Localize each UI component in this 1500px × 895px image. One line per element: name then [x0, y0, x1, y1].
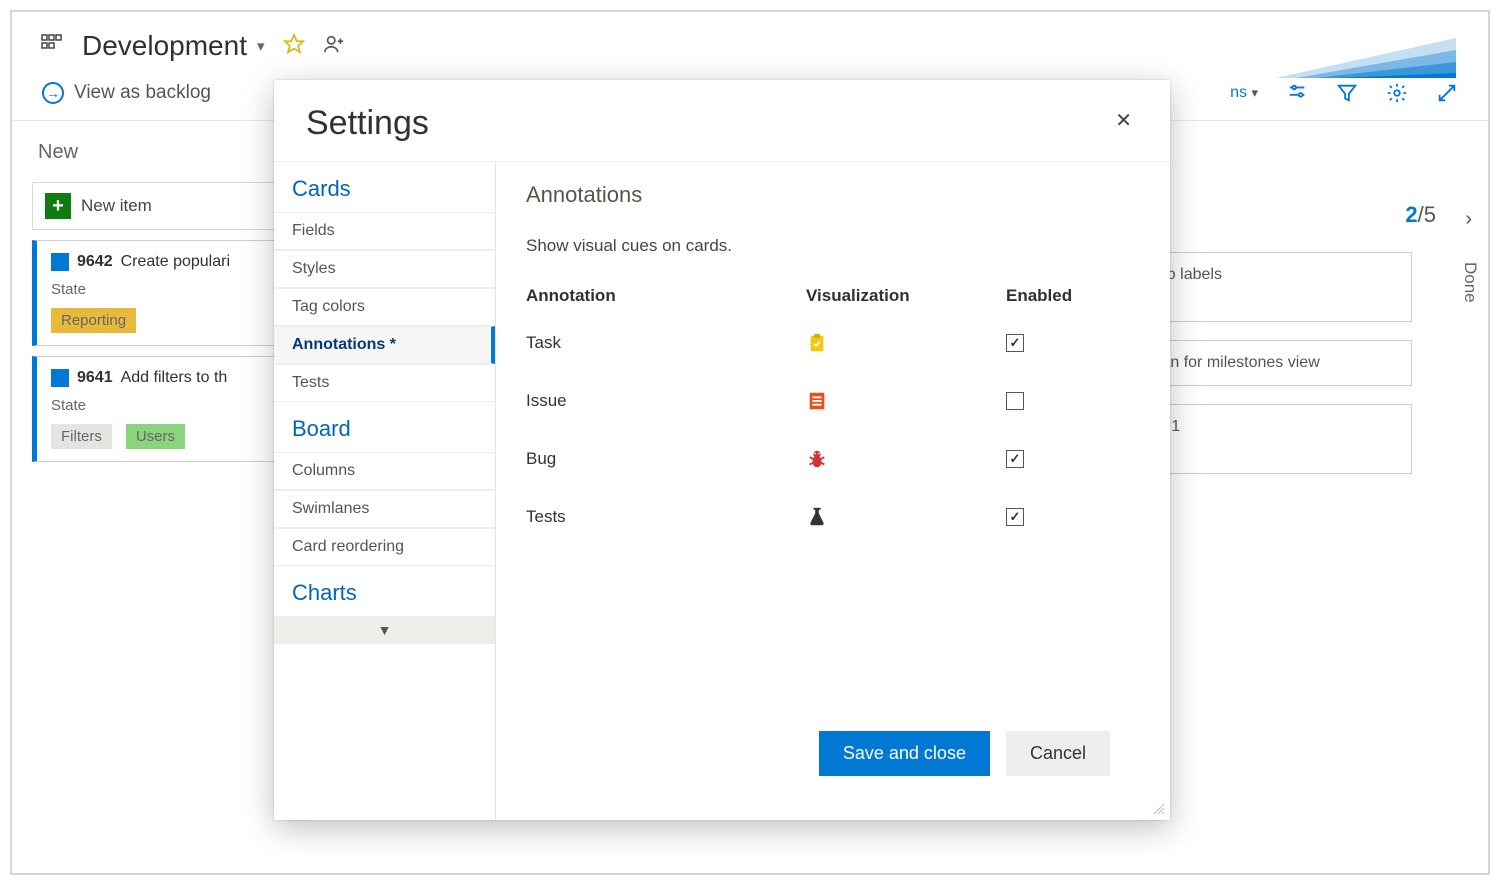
board-grid-icon — [40, 32, 64, 61]
col-header-annotation: Annotation — [526, 286, 806, 306]
sliders-icon[interactable] — [1286, 82, 1308, 104]
enabled-checkbox[interactable] — [1006, 392, 1024, 410]
project-title-text: Development — [82, 30, 247, 62]
plus-icon: + — [45, 193, 71, 219]
people-icon[interactable] — [323, 33, 345, 60]
cancel-button[interactable]: Cancel — [1006, 731, 1110, 776]
sidebar-item-fields[interactable]: Fields — [274, 212, 495, 250]
right-column-cards: d to labels w plan for milestones view o… — [1132, 252, 1412, 492]
sidebar-item-annotations[interactable]: Annotations * — [274, 326, 495, 364]
sidebar-item-tests[interactable]: Tests — [274, 364, 495, 402]
sidebar-item-tag-colors[interactable]: Tag colors — [274, 288, 495, 326]
sidebar-group-board: Board — [274, 402, 495, 452]
enabled-checkbox[interactable] — [1006, 334, 1024, 352]
bug-icon — [806, 448, 828, 470]
favorite-star-icon[interactable] — [283, 33, 305, 60]
sidebar-item-columns[interactable]: Columns — [274, 452, 495, 490]
board-window: Development ▾ → View as backlog ns ▾ — [10, 10, 1490, 875]
arrow-circle-icon: → — [42, 82, 64, 104]
enabled-checkbox[interactable] — [1006, 450, 1024, 468]
work-item-card[interactable]: on 1 w — [1132, 404, 1412, 474]
settings-panel: Annotations Show visual cues on cards. A… — [496, 162, 1170, 820]
annotation-row-issue: Issue — [526, 372, 1140, 430]
chevron-down-icon: ▾ — [257, 37, 265, 55]
close-icon[interactable]: ✕ — [1109, 104, 1138, 137]
work-item-type-icon — [51, 253, 69, 271]
panel-title: Annotations — [526, 182, 1140, 208]
view-as-backlog-link[interactable]: → View as backlog — [42, 82, 211, 104]
col-header-visualization: Visualization — [806, 286, 1006, 306]
tag[interactable]: Filters — [51, 424, 112, 449]
annotation-row-tests: Tests — [526, 488, 1140, 546]
sidebar-group-cards: Cards — [274, 162, 495, 212]
annotations-table: Annotation Visualization Enabled Task Is… — [526, 278, 1140, 546]
filter-icon[interactable] — [1336, 82, 1358, 104]
col-header-enabled: Enabled — [1006, 286, 1140, 306]
issue-icon — [806, 390, 828, 412]
settings-sidebar: Cards Fields Styles Tag colors Annotatio… — [274, 162, 496, 820]
sidebar-item-styles[interactable]: Styles — [274, 250, 495, 288]
sidebar-item-card-reordering[interactable]: Card reordering — [274, 528, 495, 566]
column-counter: 2/5 — [1405, 202, 1436, 228]
fullscreen-icon[interactable] — [1436, 82, 1458, 104]
settings-dialog: Settings ✕ Cards Fields Styles Tag color… — [274, 80, 1170, 820]
project-title[interactable]: Development ▾ — [82, 30, 265, 62]
annotation-row-task: Task — [526, 314, 1140, 372]
resize-grip-icon[interactable] — [1150, 800, 1166, 816]
chevron-down-icon: ▾ — [1251, 85, 1258, 100]
options-dropdown[interactable]: ns ▾ — [1230, 84, 1258, 102]
sidebar-group-charts: Charts — [274, 566, 495, 616]
next-page-icon[interactable]: › — [1465, 208, 1472, 231]
work-item-type-icon — [51, 369, 69, 387]
sidebar-expand-icon[interactable]: ▼ — [274, 616, 495, 644]
flask-icon — [806, 506, 828, 528]
done-collapsed-column[interactable]: Done — [1460, 262, 1480, 303]
enabled-checkbox[interactable] — [1006, 508, 1024, 526]
tag[interactable]: Reporting — [51, 308, 136, 333]
project-header: Development ▾ — [12, 12, 1488, 74]
view-backlog-label: View as backlog — [74, 82, 211, 104]
panel-description: Show visual cues on cards. — [526, 236, 1140, 256]
work-item-card[interactable]: d to labels w — [1132, 252, 1412, 322]
sidebar-item-swimlanes[interactable]: Swimlanes — [274, 490, 495, 528]
task-icon — [806, 332, 828, 354]
annotation-row-bug: Bug — [526, 430, 1140, 488]
burndown-sparkline — [1276, 28, 1456, 82]
save-and-close-button[interactable]: Save and close — [819, 731, 990, 776]
new-item-label: New item — [81, 196, 152, 216]
gear-icon[interactable] — [1386, 82, 1408, 104]
work-item-card[interactable]: plan for milestones view — [1132, 340, 1412, 386]
tag[interactable]: Users — [126, 424, 185, 449]
dialog-title: Settings — [306, 104, 429, 143]
